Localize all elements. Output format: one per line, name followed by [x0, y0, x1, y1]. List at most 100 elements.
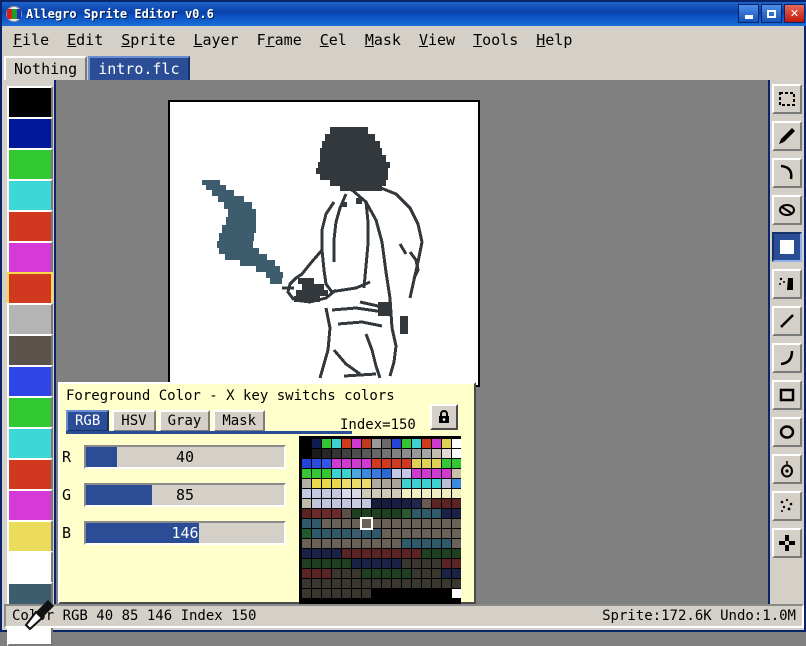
palette-grid-cell[interactable]	[371, 478, 381, 488]
document-tab-intro-flc[interactable]: intro.flc	[88, 56, 190, 80]
palette-grid-cell[interactable]	[321, 548, 331, 558]
palette-grid-cell[interactable]	[331, 588, 341, 598]
palette-grid-cell[interactable]	[331, 478, 341, 488]
palette-grid-cell[interactable]	[371, 488, 381, 498]
palette-grid-cell[interactable]	[371, 578, 381, 588]
menu-item-frame[interactable]: Frame	[248, 29, 311, 51]
palette-grid-cell[interactable]	[441, 538, 451, 548]
palette-grid-cell[interactable]	[311, 488, 321, 498]
menu-item-cel[interactable]: Cel	[311, 29, 356, 51]
palette-grid-cell[interactable]	[361, 588, 371, 598]
palette-grid-cell[interactable]	[371, 468, 381, 478]
palette-grid-cell[interactable]	[381, 588, 391, 598]
sprite-canvas[interactable]	[168, 100, 480, 387]
palette-grid-cell[interactable]	[411, 518, 421, 528]
palette-grid-cell[interactable]	[381, 518, 391, 528]
palette-grid-cell[interactable]	[311, 528, 321, 538]
palette-grid-cell[interactable]	[331, 488, 341, 498]
palette-grid-cell[interactable]	[401, 498, 411, 508]
palette-grid-cell[interactable]	[431, 468, 441, 478]
palette-grid-cell[interactable]	[451, 588, 461, 598]
palette-grid-cell[interactable]	[361, 478, 371, 488]
palette-grid-cell[interactable]	[361, 568, 371, 578]
palette-grid-cell[interactable]	[381, 468, 391, 478]
palette-grid-cell[interactable]	[301, 518, 311, 528]
palette-grid-cell[interactable]	[411, 548, 421, 558]
palette-grid-cell[interactable]	[391, 568, 401, 578]
menu-item-layer[interactable]: Layer	[184, 29, 247, 51]
slider-b[interactable]: 146	[84, 521, 286, 545]
palette-grid-cell[interactable]	[401, 518, 411, 528]
palette-grid-cell[interactable]	[351, 548, 361, 558]
pencil-tool[interactable]	[772, 121, 802, 151]
palette-grid-cell[interactable]	[411, 478, 421, 488]
palette-grid-cell[interactable]	[381, 478, 391, 488]
palette-grid-cell[interactable]	[351, 508, 361, 518]
palette-grid-cell[interactable]	[371, 518, 381, 528]
palette-grid-cell[interactable]	[341, 568, 351, 578]
palette-grid-cell[interactable]	[331, 528, 341, 538]
marquee-select-tool[interactable]	[772, 84, 802, 114]
palette-grid-cell[interactable]	[431, 508, 441, 518]
palette-grid-cell[interactable]	[421, 468, 431, 478]
curve-tool[interactable]	[772, 158, 802, 188]
palette-swatch[interactable]	[7, 458, 53, 491]
blur-tool[interactable]	[772, 491, 802, 521]
palette-grid-cell[interactable]	[361, 438, 371, 448]
dialog-tab-rgb[interactable]: RGB	[66, 410, 110, 432]
palette-swatch[interactable]	[7, 520, 53, 553]
palette-grid-cell[interactable]	[411, 528, 421, 538]
palette-grid-cell[interactable]	[421, 538, 431, 548]
document-tab-nothing[interactable]: Nothing	[4, 56, 88, 80]
eraser-tool[interactable]	[772, 195, 802, 225]
palette-grid-cell[interactable]	[421, 558, 431, 568]
dialog-palette-grid[interactable]	[299, 436, 461, 604]
palette-grid-cell[interactable]	[451, 538, 461, 548]
palette-grid-cell[interactable]	[301, 548, 311, 558]
palette-grid-cell[interactable]	[331, 578, 341, 588]
palette-swatch[interactable]	[7, 365, 53, 398]
spray-tool[interactable]	[772, 269, 802, 299]
palette-grid-cell[interactable]	[381, 498, 391, 508]
palette-grid-cell[interactable]	[421, 438, 431, 448]
palette-grid-cell[interactable]	[381, 508, 391, 518]
palette-grid-cell[interactable]	[411, 488, 421, 498]
palette-grid-cell[interactable]	[431, 488, 441, 498]
palette-grid-cell[interactable]	[391, 508, 401, 518]
palette-grid-cell[interactable]	[431, 478, 441, 488]
palette-grid-cell[interactable]	[451, 478, 461, 488]
palette-grid-cell[interactable]	[361, 448, 371, 458]
palette-grid-cell[interactable]	[391, 438, 401, 448]
palette-swatch[interactable]	[7, 551, 53, 584]
palette-grid-cell[interactable]	[401, 478, 411, 488]
palette-grid-cell[interactable]	[371, 458, 381, 468]
palette-grid-cell[interactable]	[321, 438, 331, 448]
palette-grid-cell[interactable]	[361, 508, 371, 518]
palette-grid-cell[interactable]	[391, 578, 401, 588]
palette-grid-cell[interactable]	[451, 448, 461, 458]
line-tool[interactable]	[772, 306, 802, 336]
palette-swatch[interactable]	[7, 272, 53, 305]
palette-grid-cell[interactable]	[411, 538, 421, 548]
palette-grid-cell[interactable]	[311, 508, 321, 518]
palette-grid-cell[interactable]	[451, 468, 461, 478]
palette-grid-cell[interactable]	[331, 538, 341, 548]
palette-grid-cell[interactable]	[441, 588, 451, 598]
slider-g[interactable]: 85	[84, 483, 286, 507]
palette-grid-cell[interactable]	[451, 528, 461, 538]
palette-grid-cell[interactable]	[301, 528, 311, 538]
palette-grid-cell[interactable]	[331, 448, 341, 458]
palette-grid-cell[interactable]	[321, 458, 331, 468]
palette-grid-cell[interactable]	[401, 548, 411, 558]
palette-grid-cell[interactable]	[381, 538, 391, 548]
palette-grid-cell[interactable]	[441, 508, 451, 518]
palette-grid-cell[interactable]	[401, 538, 411, 548]
palette-grid-cell[interactable]	[311, 518, 321, 528]
palette-grid-cell[interactable]	[431, 528, 441, 538]
palette-grid-cell[interactable]	[301, 448, 311, 458]
palette-grid-cell[interactable]	[361, 468, 371, 478]
palette-grid-cell[interactable]	[441, 578, 451, 588]
palette-grid-cell[interactable]	[371, 498, 381, 508]
palette-grid-cell[interactable]	[391, 488, 401, 498]
palette-grid-cell[interactable]	[391, 558, 401, 568]
